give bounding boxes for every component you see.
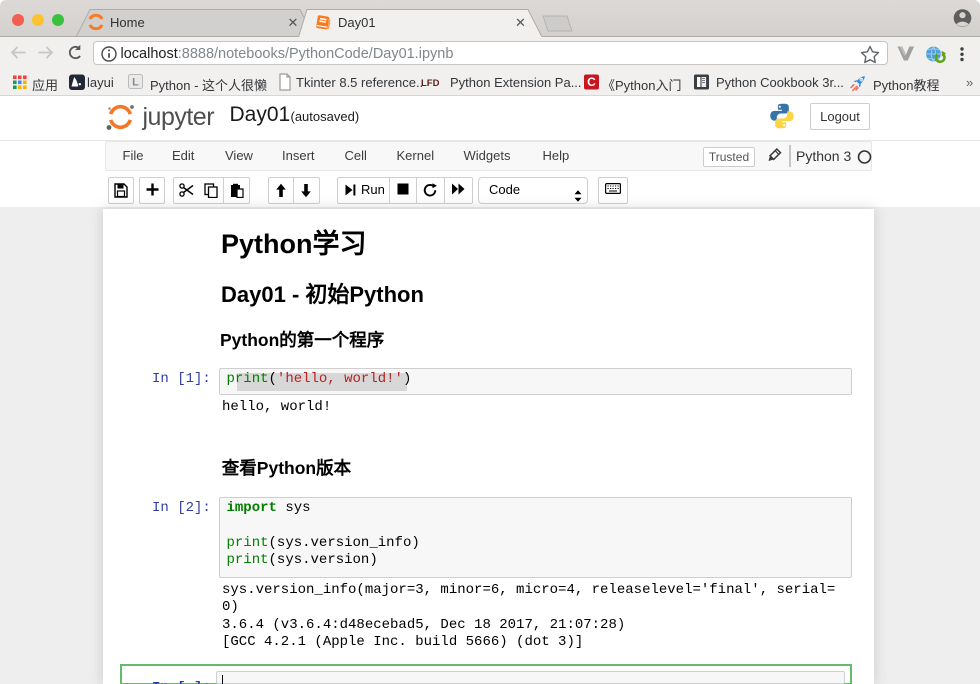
svg-text:LFD: LFD — [421, 78, 440, 89]
svg-text:C: C — [587, 75, 596, 89]
svg-text:»: » — [966, 75, 973, 90]
svg-text:L: L — [132, 77, 139, 89]
